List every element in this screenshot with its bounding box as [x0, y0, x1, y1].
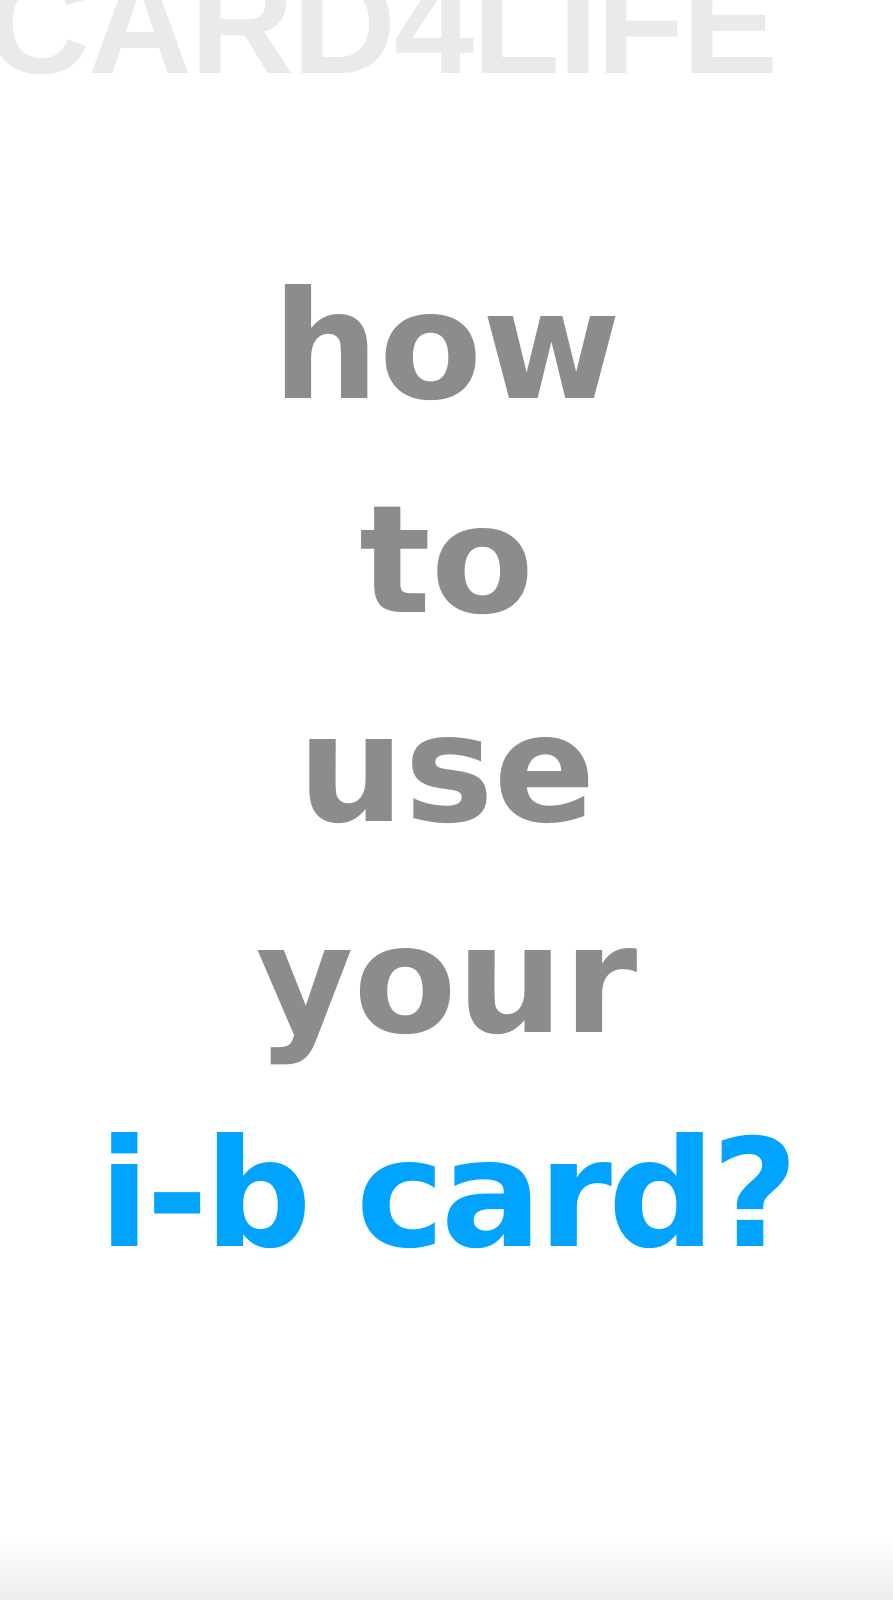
headline-word-how: how: [272, 260, 621, 434]
headline-word-your: your: [255, 894, 638, 1068]
bottom-fade: [0, 1540, 893, 1600]
headline-word-use: use: [297, 683, 596, 857]
headline-word-to: to: [359, 474, 534, 648]
brand-watermark: CARD4LIFE: [0, 0, 778, 104]
headline-accent-ib-card: i-b card?: [98, 1108, 799, 1282]
